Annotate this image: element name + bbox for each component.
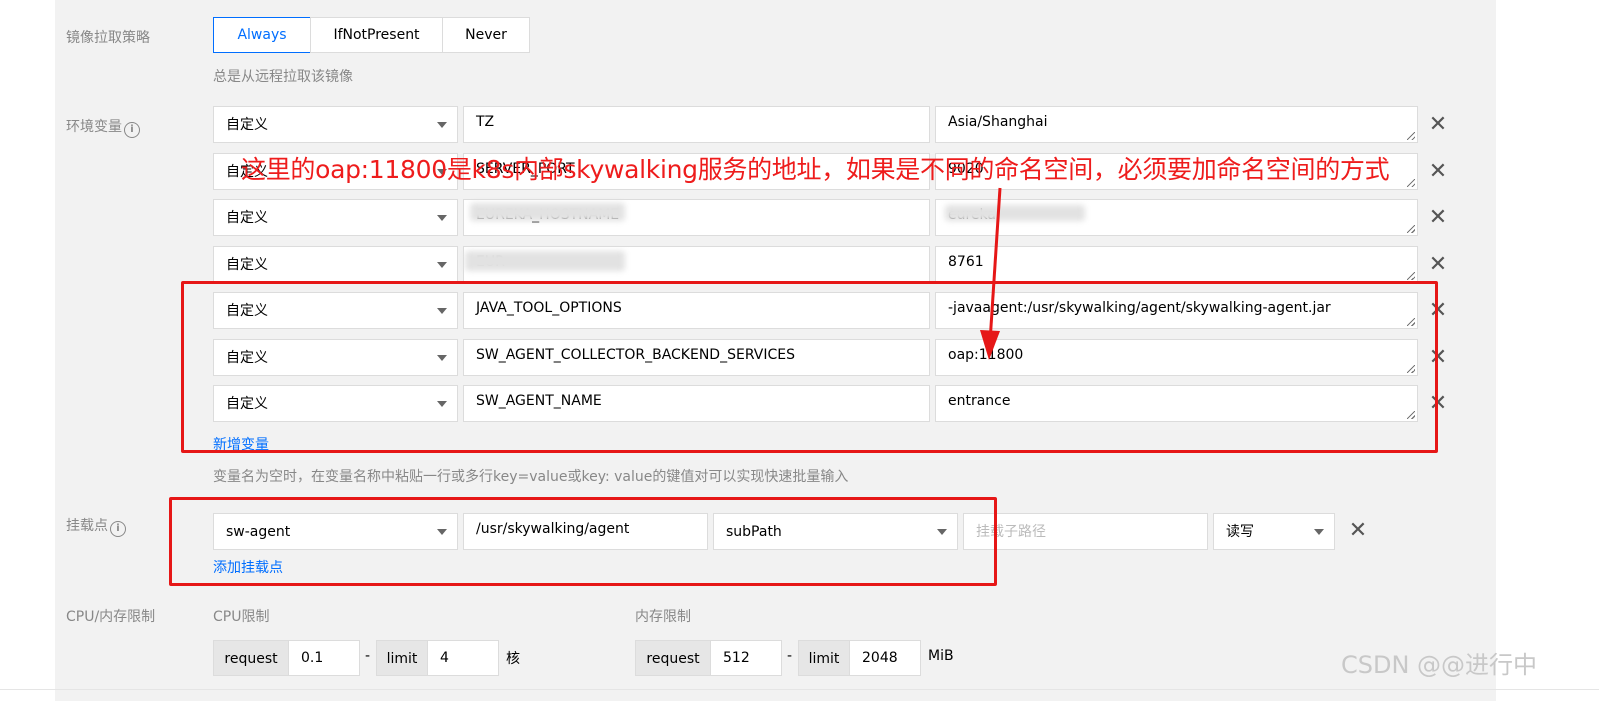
mount-label: 挂载点 i [66, 515, 126, 537]
annotation-text: 这里的oap:11800是k8s内部skywalking服务的地址，如果是不同的… [241, 155, 1390, 184]
env-type-select[interactable]: 自定义 [213, 199, 458, 236]
env-value-input[interactable]: Asia/Shanghai [935, 106, 1418, 143]
memory-limit-input[interactable]: 2048 [849, 640, 921, 676]
chevron-down-icon [437, 122, 447, 128]
redaction-blur [470, 203, 625, 221]
memory-unit: MiB [928, 648, 954, 664]
mount-mode-value: 读写 [1226, 524, 1254, 540]
cpu-request-label: request [213, 640, 289, 676]
bottom-divider [0, 689, 1599, 690]
cpu-limit-title: CPU限制 [213, 609, 270, 625]
mount-mode-select[interactable]: 读写 [1213, 513, 1335, 550]
env-label: 环境变量 i [66, 116, 140, 138]
env-type-select[interactable]: 自定义 [213, 246, 458, 283]
mount-subpath-input[interactable]: 挂载子路径 [963, 513, 1208, 550]
env-name-value: TZ [476, 114, 495, 130]
memory-limit-title: 内存限制 [635, 609, 691, 625]
memory-range-dash: - [787, 648, 793, 664]
redaction-blur [945, 205, 1085, 221]
resources-label: CPU/内存限制 [66, 609, 156, 625]
cpu-unit: 核 [506, 651, 520, 667]
resize-handle-icon[interactable] [1407, 179, 1415, 187]
env-hint: 变量名为空时，在变量名称中粘贴一行或多行key=value或key: value… [213, 469, 849, 485]
pull-policy-label: 镜像拉取策略 [66, 30, 150, 46]
resize-handle-icon[interactable] [1407, 132, 1415, 140]
env-name-input[interactable]: TZ [463, 106, 930, 143]
redaction-blur [465, 251, 625, 271]
resize-handle-icon[interactable] [1407, 272, 1415, 280]
env-type-value: 自定义 [226, 117, 268, 133]
close-icon[interactable]: ✕ [1428, 207, 1448, 229]
chevron-down-icon [1314, 529, 1324, 535]
env-value-input[interactable]: 8761 [935, 246, 1418, 283]
cpu-range-dash: - [365, 648, 371, 664]
info-icon[interactable]: i [124, 122, 140, 138]
env-type-value: 自定义 [226, 257, 268, 273]
chevron-down-icon [437, 262, 447, 268]
resize-handle-icon[interactable] [1407, 225, 1415, 233]
info-icon[interactable]: i [110, 521, 126, 537]
env-value-value: Asia/Shanghai [948, 114, 1048, 130]
env-type-select[interactable]: 自定义 [213, 106, 458, 143]
pull-policy-always[interactable]: Always [213, 17, 311, 53]
env-label-text: 环境变量 [66, 119, 122, 135]
pull-policy-never[interactable]: Never [442, 17, 530, 53]
highlight-box-env [181, 281, 1438, 453]
memory-request-input[interactable]: 512 [710, 640, 782, 676]
close-icon[interactable]: ✕ [1428, 161, 1448, 183]
highlight-box-mount [169, 497, 997, 586]
memory-request-label: request [635, 640, 711, 676]
pull-policy-ifnotpresent[interactable]: IfNotPresent [310, 17, 443, 53]
mount-label-text: 挂载点 [66, 518, 108, 534]
memory-limit-label: limit [798, 640, 850, 676]
close-icon[interactable]: ✕ [1428, 254, 1448, 276]
cpu-limit-input[interactable]: 4 [427, 640, 499, 676]
cpu-request-input[interactable]: 0.1 [288, 640, 360, 676]
close-icon[interactable]: ✕ [1428, 114, 1448, 136]
pull-policy-hint: 总是从远程拉取该镜像 [213, 69, 353, 85]
chevron-down-icon [437, 215, 447, 221]
env-value-value: 8761 [948, 254, 984, 270]
watermark: CSDN @@进行中 [1341, 651, 1538, 679]
env-type-value: 自定义 [226, 210, 268, 226]
cpu-limit-label: limit [376, 640, 428, 676]
close-icon[interactable]: ✕ [1348, 520, 1368, 542]
